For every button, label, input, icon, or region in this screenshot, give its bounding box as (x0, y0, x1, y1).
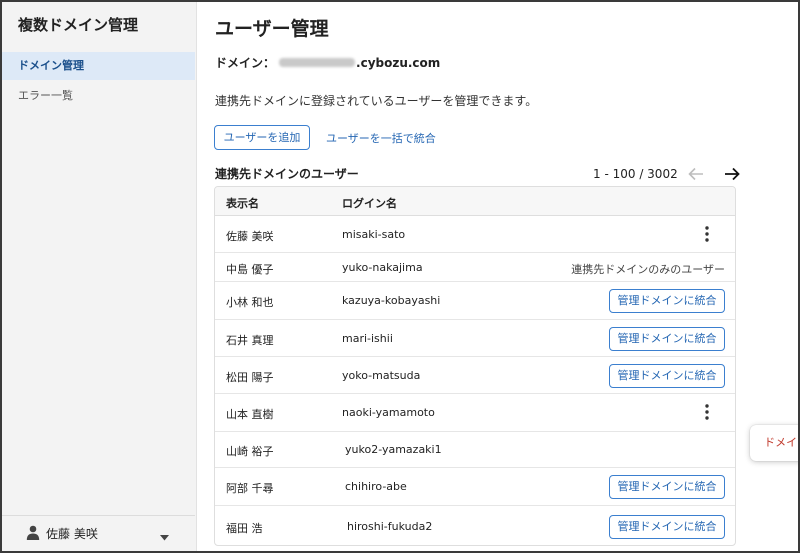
merge-to-admin-domain-button[interactable]: 管理ドメインに統合 (609, 475, 725, 499)
display-name-cell: 石井 真理 (226, 334, 274, 347)
table-row: 石井 真理 mari-ishii 管理ドメインに統合 (215, 320, 735, 357)
arrow-right-icon[interactable] (724, 167, 740, 181)
login-name-cell: hiroshi-fukuda2 (347, 520, 433, 533)
table-row: 松田 陽子 yoko-matsuda 管理ドメインに統合 (215, 357, 735, 394)
merge-to-admin-domain-button[interactable]: 管理ドメインに統合 (609, 364, 725, 388)
column-login-name: ログイン名 (342, 197, 397, 210)
login-name-cell: yuko2-yamazaki1 (345, 443, 442, 456)
app-title: 複数ドメイン管理 (18, 16, 139, 34)
login-name-cell: yuko-nakajima (342, 261, 423, 274)
display-name-cell: 中島 優子 (226, 263, 274, 276)
table-row: 中島 優子 yuko-nakajima 連携先ドメインのみのユーザー (215, 253, 735, 282)
caret-down-icon (160, 530, 169, 544)
display-name-cell: 山崎 裕子 (226, 445, 274, 458)
merge-to-admin-domain-button[interactable]: 管理ドメインに統合 (609, 289, 725, 313)
table-row: 福田 浩 hiroshi-fukuda2 管理ドメインに統合 (215, 506, 735, 545)
merge-to-admin-domain-button[interactable]: 管理ドメインに統合 (609, 327, 725, 351)
sidebar-item-domain-management[interactable]: ドメイン管理 (2, 52, 195, 80)
sidebar: 複数ドメイン管理 ドメイン管理 エラー一覧 佐藤 美咲 (2, 2, 197, 551)
app-window: 複数ドメイン管理 ドメイン管理 エラー一覧 佐藤 美咲 ユーザー管理 ドメイン：… (0, 0, 800, 553)
linked-only-note: 連携先ドメインのみのユーザー (571, 263, 725, 276)
user-menu[interactable]: 佐藤 美咲 (2, 515, 195, 551)
pagination: 1 - 100 / 3002 (593, 162, 740, 186)
login-name-cell: yoko-matsuda (342, 369, 421, 382)
person-icon (26, 525, 40, 543)
login-name-cell: misaki-sato (342, 228, 406, 241)
merge-to-admin-domain-button[interactable]: 管理ドメインに統合 (609, 515, 725, 539)
sidebar-item-error-list[interactable]: エラー一覧 (2, 82, 195, 110)
login-name-cell: chihiro-abe (345, 480, 407, 493)
kebab-menu-icon[interactable] (699, 404, 715, 422)
page-title: ユーザー管理 (215, 18, 329, 40)
section-title: 連携先ドメインのユーザー (215, 167, 359, 181)
add-user-button[interactable]: ユーザーを追加 (214, 125, 310, 150)
table-row: 山崎 裕子 yuko2-yamazaki1 (215, 432, 735, 468)
bulk-merge-link[interactable]: ユーザーを一括で統合 (326, 130, 436, 146)
display-name-cell: 松田 陽子 (226, 371, 274, 384)
delete-user-menu-item[interactable]: ドメインからユーザーを削除 (750, 425, 798, 461)
redacted-subdomain (279, 58, 356, 67)
login-name-cell: naoki-yamamoto (342, 406, 435, 419)
display-name-cell: 山本 直樹 (226, 408, 274, 421)
table-row: 佐藤 美咲 misaki-sato (215, 216, 735, 253)
user-name: 佐藤 美咲 (46, 527, 98, 541)
arrow-left-icon[interactable] (688, 167, 704, 181)
login-name-cell: kazuya-kobayashi (342, 294, 441, 307)
table-row: 山本 直樹 naoki-yamamoto (215, 394, 735, 432)
page-description: 連携先ドメインに登録されているユーザーを管理できます。 (215, 94, 538, 108)
table-row: 小林 和也 kazuya-kobayashi 管理ドメインに統合 (215, 282, 735, 320)
domain-line: ドメイン： .cybozu.com (215, 54, 440, 71)
display-name-cell: 小林 和也 (226, 296, 274, 309)
table-header: 表示名 ログイン名 (215, 187, 735, 216)
column-display-name: 表示名 (226, 197, 259, 210)
main-content: ユーザー管理 ドメイン： .cybozu.com 連携先ドメインに登録されている… (197, 2, 798, 551)
pagination-range: 1 - 100 / 3002 (593, 167, 678, 181)
login-name-cell: mari-ishii (342, 332, 393, 345)
domain-label: ドメイン： (215, 56, 276, 70)
display-name-cell: 阿部 千尋 (226, 482, 274, 495)
domain-suffix: .cybozu.com (356, 55, 441, 70)
users-table: 表示名 ログイン名 佐藤 美咲 misaki-sato 中島 優子 yuko-naka… (214, 186, 736, 546)
table-row: 阿部 千尋 chihiro-abe 管理ドメインに統合 (215, 468, 735, 506)
display-name-cell: 福田 浩 (226, 522, 263, 535)
display-name-cell: 佐藤 美咲 (226, 230, 274, 243)
kebab-menu-icon[interactable] (699, 226, 715, 244)
